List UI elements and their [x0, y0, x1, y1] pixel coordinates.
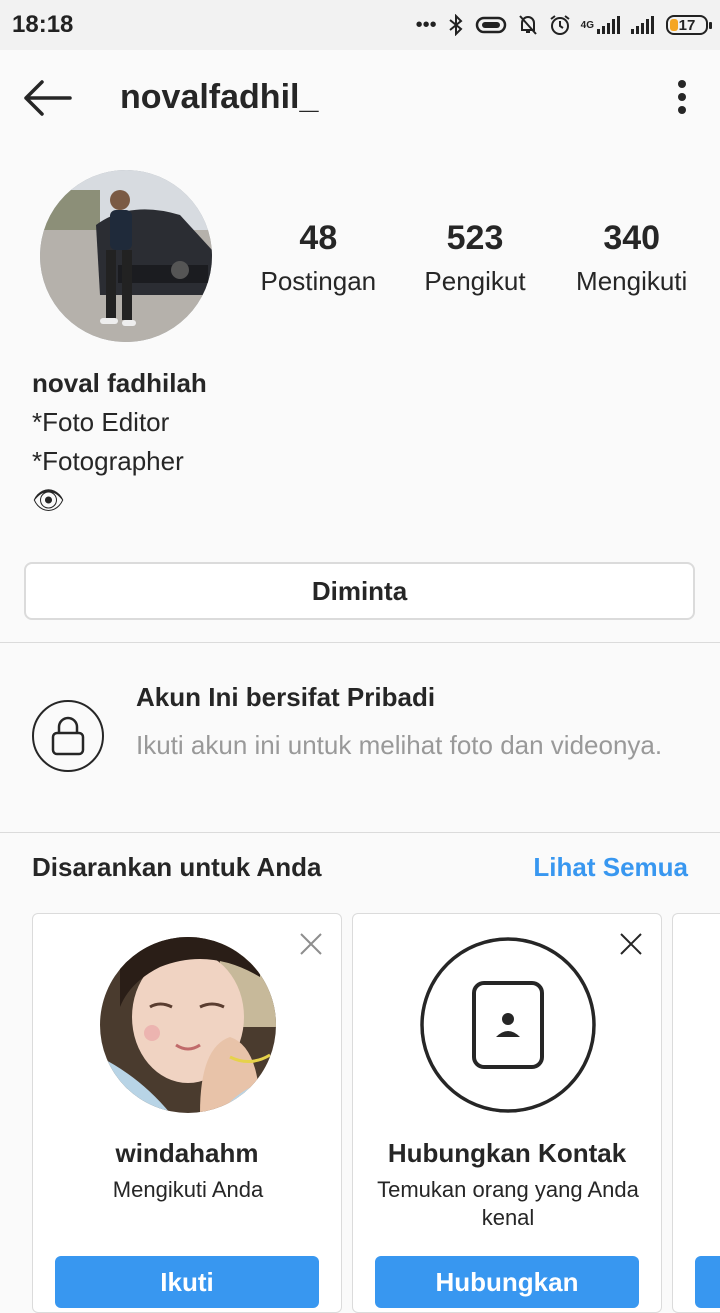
page-title-username: novalfadhil_: [120, 78, 319, 116]
suggestion-title: Hubungkan Kontak: [387, 1138, 627, 1168]
kebab-menu-icon: [678, 80, 686, 114]
stat-followers[interactable]: 523 Pengikut: [397, 218, 554, 304]
stat-posts[interactable]: 48 Postingan: [240, 218, 397, 304]
battery-icon: 17: [666, 15, 712, 35]
stat-label: Postingan: [260, 266, 377, 296]
suggestion-subtitle: Mengikuti Anda: [112, 1177, 264, 1202]
requested-button[interactable]: Diminta: [24, 562, 695, 620]
status-time: 18:18: [12, 11, 74, 38]
suggestion-avatar[interactable]: [100, 937, 276, 1113]
profile-full-name: noval fadhilah: [32, 368, 207, 398]
bluetooth-icon: [447, 14, 465, 36]
bio-line: *Foto Editor: [32, 407, 170, 437]
more-options-button[interactable]: [668, 78, 696, 118]
bio-eye-emoji: 👁: [32, 485, 66, 515]
battery-level: 17: [678, 16, 696, 34]
mute-bell-icon: [517, 14, 539, 36]
lock-badge: [32, 700, 104, 772]
more-dots-icon: •••: [415, 13, 437, 36]
dismiss-suggestion-button[interactable]: [299, 932, 323, 956]
close-icon: [300, 933, 322, 955]
private-account-description: Ikuti akun ini untuk melihat foto dan vi…: [136, 730, 663, 760]
suggestion-username: windahahm: [115, 1138, 259, 1168]
private-account-title: Akun Ini bersifat Pribadi: [136, 682, 436, 712]
follow-button-partial[interactable]: [695, 1256, 720, 1308]
lock-icon: [51, 716, 85, 756]
profile-header: novalfadhil_: [0, 50, 720, 146]
stat-value: 48: [299, 219, 338, 257]
user-photo-icon: [100, 937, 276, 1113]
bio-line: *Fotographer: [32, 446, 184, 476]
suggestion-card[interactable]: windahahm Mengikuti Anda Ikuti: [32, 913, 342, 1313]
stat-label: Mengikuti: [576, 266, 688, 296]
vibrate-icon: [475, 15, 507, 35]
stat-following[interactable]: 340 Mengikuti: [553, 218, 710, 304]
contacts-badge: [420, 937, 596, 1113]
profile-avatar[interactable]: [40, 170, 212, 342]
suggestion-card-partial[interactable]: [672, 913, 720, 1313]
alarm-icon: [549, 14, 571, 36]
connect-contacts-card[interactable]: Hubungkan Kontak Temukan orang yang Anda…: [352, 913, 662, 1313]
profile-bio: noval fadhilah *Foto Editor *Fotographer…: [32, 364, 207, 520]
avatar-photo-icon: [40, 170, 212, 342]
status-bar: 18:18 ••• 4G 17: [0, 0, 720, 50]
see-all-link[interactable]: Lihat Semua: [533, 852, 688, 883]
signal-icon: [630, 15, 656, 35]
status-icons: ••• 4G 17: [415, 13, 712, 37]
profile-stats: 48 Postingan 523 Pengikut 340 Mengikuti: [240, 218, 710, 304]
suggestion-subtitle: Temukan orang yang Anda kenal: [377, 1177, 639, 1230]
divider: [0, 642, 720, 643]
contact-book-icon: [420, 937, 596, 1113]
stat-label: Pengikut: [424, 266, 526, 296]
back-button[interactable]: [22, 78, 74, 118]
back-arrow-icon: [24, 80, 72, 116]
stat-value: 340: [603, 219, 661, 257]
signal-4g-icon: 4G: [581, 15, 620, 35]
divider: [0, 832, 720, 833]
follow-button[interactable]: Ikuti: [55, 1256, 319, 1308]
suggestions-heading: Disarankan untuk Anda: [32, 852, 322, 882]
connect-button[interactable]: Hubungkan: [375, 1256, 639, 1308]
dismiss-suggestion-button[interactable]: [619, 932, 643, 956]
close-icon: [620, 933, 642, 955]
network-type: 4G: [580, 19, 594, 31]
stat-value: 523: [446, 219, 504, 257]
